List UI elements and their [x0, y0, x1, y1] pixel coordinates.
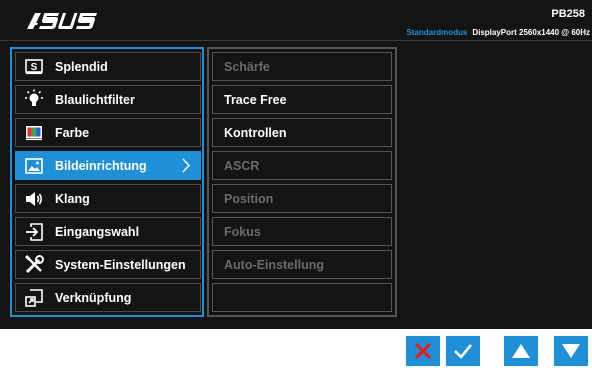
menu-item-system-einstellungen[interactable]: System-Einstellungen [15, 250, 201, 279]
menu-item-label: Eingangswahl [55, 224, 140, 239]
triangle-up-icon [512, 344, 530, 358]
main-menu: S Splendid Blaulichtfilter Farbe Bildein… [10, 47, 204, 317]
menu-item-label: System-Einstellungen [55, 257, 186, 272]
menu-item-bildeinrichtung[interactable]: Bildeinrichtung [15, 151, 201, 180]
mode-label: Standardmodus [406, 28, 468, 37]
close-button[interactable] [406, 336, 440, 366]
menu-item-label: Farbe [55, 125, 90, 140]
check-icon [454, 344, 472, 359]
menu-item-label: Klang [55, 191, 90, 206]
sub-menu: Schärfe Trace Free Kontrollen ASCR Posit… [207, 47, 397, 317]
shortcut-icon [19, 284, 49, 311]
model-name: PB258 [551, 8, 585, 20]
menu-item-splendid[interactable]: S Splendid [15, 52, 201, 81]
speaker-icon [19, 185, 49, 212]
header-divider [0, 40, 592, 41]
up-button[interactable] [504, 336, 538, 366]
triangle-down-icon [562, 344, 580, 358]
wrench-screwdriver-icon [19, 251, 49, 278]
menu-item-verknuepfung[interactable]: Verknüpfung [15, 283, 201, 312]
menu-item-label: Blaulichtfilter [55, 92, 135, 107]
bulb-icon [19, 86, 49, 113]
asus-logo [27, 13, 97, 29]
submenu-item-empty [212, 283, 392, 312]
down-button[interactable] [554, 336, 588, 366]
splendid-icon: S [19, 53, 49, 80]
submenu-item-trace-free[interactable]: Trace Free [212, 85, 392, 114]
submenu-item-position[interactable]: Position [212, 184, 392, 213]
menu-item-eingangswahl[interactable]: Eingangswahl [15, 217, 201, 246]
menu-item-farbe[interactable]: Farbe [15, 118, 201, 147]
submenu-item-kontrollen[interactable]: Kontrollen [212, 118, 392, 147]
image-icon [19, 152, 49, 179]
signal-info: DisplayPort 2560x1440 @ 60Hz [472, 28, 590, 37]
submenu-item-fokus[interactable]: Fokus [212, 217, 392, 246]
menu-item-label: Verknüpfung [55, 290, 132, 305]
submenu-item-ascr[interactable]: ASCR [212, 151, 392, 180]
submenu-item-auto-einstellung[interactable]: Auto-Einstellung [212, 250, 392, 279]
chevron-right-icon [182, 158, 190, 173]
status-line: Standardmodus DisplayPort 2560x1440 @ 60H… [406, 28, 590, 37]
confirm-button[interactable] [446, 336, 480, 366]
menu-item-klang[interactable]: Klang [15, 184, 201, 213]
menu-item-label: Bildeinrichtung [55, 158, 147, 173]
submenu-item-schaerfe[interactable]: Schärfe [212, 52, 392, 81]
osd-panel: PB258 Standardmodus DisplayPort 2560x1440… [0, 0, 592, 329]
svg-text:S: S [31, 62, 38, 73]
color-icon [19, 119, 49, 146]
menu-item-label: Splendid [55, 59, 108, 74]
close-icon [414, 342, 432, 360]
menu-item-blaulichtfilter[interactable]: Blaulichtfilter [15, 85, 201, 114]
input-icon [19, 218, 49, 245]
